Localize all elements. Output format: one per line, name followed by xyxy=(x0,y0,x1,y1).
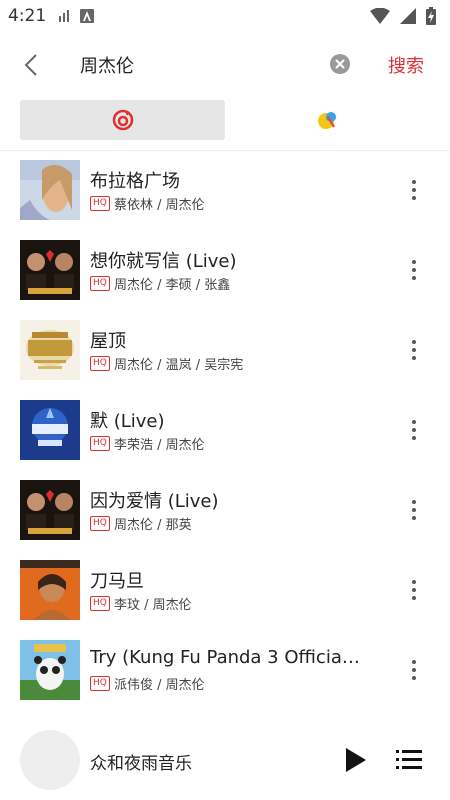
back-button[interactable] xyxy=(0,40,62,90)
search-bar: 周杰伦 搜索 xyxy=(0,40,450,90)
song-artists: 李荣浩 / 周杰伦 xyxy=(114,438,205,453)
playlist-icon[interactable] xyxy=(396,748,422,772)
hq-badge: HQ xyxy=(90,196,110,211)
play-icon[interactable] xyxy=(344,747,368,773)
song-row[interactable]: 刀马旦 HQ 李玟 / 周杰伦 xyxy=(0,550,450,630)
source-tabs xyxy=(0,100,450,140)
song-row[interactable]: 想你就写信 (Live) HQ 周杰伦 / 李硕 / 张鑫 xyxy=(0,230,450,310)
album-cover xyxy=(20,240,80,300)
song-title: 刀马旦 xyxy=(90,571,144,592)
tab-netease[interactable] xyxy=(20,100,225,140)
more-vert-icon[interactable] xyxy=(404,495,424,525)
song-list: 布拉格广场 HQ 蔡依林 / 周杰伦 想你就写信 (Live) HQ 周杰伦 /… xyxy=(0,150,450,710)
signal-bars-icon xyxy=(59,10,70,22)
hq-badge: HQ xyxy=(90,436,110,451)
back-arrow-icon xyxy=(24,54,37,76)
wifi-icon xyxy=(370,8,390,24)
app-notification-icon xyxy=(80,9,95,23)
more-vert-icon[interactable] xyxy=(404,335,424,365)
song-row[interactable]: Try (Kung Fu Panda 3 Official T... HQ 派伟… xyxy=(0,630,450,710)
song-row[interactable]: 默 (Live) HQ 李荣浩 / 周杰伦 xyxy=(0,390,450,470)
song-row[interactable]: 布拉格广场 HQ 蔡依林 / 周杰伦 xyxy=(0,150,450,230)
more-vert-icon[interactable] xyxy=(404,415,424,445)
search-input[interactable]: 周杰伦 xyxy=(80,52,134,78)
song-row[interactable]: 因为爱情 (Live) HQ 周杰伦 / 那英 xyxy=(0,470,450,550)
hq-badge: HQ xyxy=(90,356,110,371)
search-button[interactable]: 搜索 xyxy=(388,52,424,78)
song-artists: 周杰伦 / 那英 xyxy=(114,518,192,533)
song-artists: 李玟 / 周杰伦 xyxy=(114,598,192,613)
more-vert-icon[interactable] xyxy=(404,655,424,685)
song-artists: 周杰伦 / 李硕 / 张鑫 xyxy=(114,278,231,293)
mini-player[interactable]: 众和夜雨音乐 xyxy=(0,720,450,800)
battery-charging-icon xyxy=(426,7,436,25)
cell-signal-icon xyxy=(400,8,416,24)
more-vert-icon[interactable] xyxy=(404,255,424,285)
album-cover xyxy=(20,160,80,220)
more-vert-icon[interactable] xyxy=(404,575,424,605)
album-cover xyxy=(20,640,80,700)
song-title: 布拉格广场 xyxy=(90,171,180,192)
song-artists: 周杰伦 / 温岚 / 吴宗宪 xyxy=(114,358,244,373)
song-artists: 蔡依林 / 周杰伦 xyxy=(114,198,205,213)
kuwo-music-icon xyxy=(317,112,336,129)
status-time: 4:21 xyxy=(8,6,47,26)
status-bar: 4:21 xyxy=(0,0,450,32)
hq-badge: HQ xyxy=(90,276,110,291)
song-artists: 派伟俊 / 周杰伦 xyxy=(114,678,205,693)
tab-kuwo[interactable] xyxy=(225,100,430,140)
album-cover xyxy=(20,480,80,540)
song-title: 因为爱情 (Live) xyxy=(90,491,219,512)
more-vert-icon[interactable] xyxy=(404,175,424,205)
album-cover xyxy=(20,400,80,460)
hq-badge: HQ xyxy=(90,676,110,691)
player-cover xyxy=(20,730,80,790)
player-title: 众和夜雨音乐 xyxy=(90,754,192,774)
song-title: 默 (Live) xyxy=(90,411,165,432)
hq-badge: HQ xyxy=(90,516,110,531)
hq-badge: HQ xyxy=(90,596,110,611)
song-title: 屋顶 xyxy=(90,331,126,352)
album-cover xyxy=(20,560,80,620)
netease-music-icon xyxy=(112,109,133,131)
song-title: Try (Kung Fu Panda 3 Official T... xyxy=(90,647,360,668)
album-cover xyxy=(20,320,80,380)
clear-icon[interactable] xyxy=(329,53,351,75)
song-title: 想你就写信 (Live) xyxy=(90,251,237,272)
song-row[interactable]: 屋顶 HQ 周杰伦 / 温岚 / 吴宗宪 xyxy=(0,310,450,390)
